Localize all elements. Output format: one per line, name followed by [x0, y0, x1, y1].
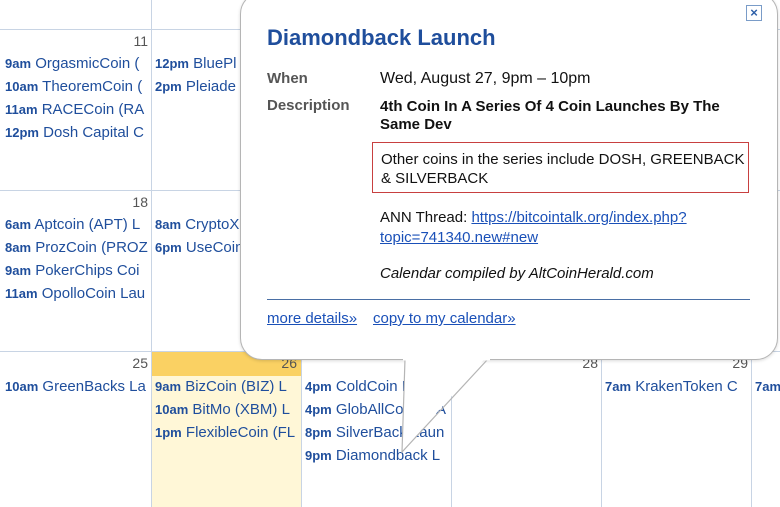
- event-title: BizCoin (BIZ) L: [185, 378, 287, 395]
- ann-thread: ANN Thread: https://bitcointalk.org/inde…: [380, 208, 750, 248]
- event-title: Diamondback L: [335, 447, 441, 464]
- event-time: 8pm: [305, 425, 332, 440]
- calendar-event[interactable]: 9am BizCoin (BIZ) L: [155, 377, 301, 397]
- description-headline: 4th Coin In A Series Of 4 Coin Launches …: [380, 98, 720, 133]
- event-time: 10am: [155, 402, 189, 417]
- event-time: 10am: [5, 379, 39, 394]
- event-time: 6pm: [155, 240, 182, 255]
- calendar-event[interactable]: 12pm Dosh Capital C: [5, 123, 151, 143]
- event-title: ColdCoin Lau: [335, 378, 427, 395]
- event-title: GreenBacks La: [42, 378, 146, 395]
- event-title: BluePl: [193, 55, 237, 72]
- event-title: UseCoin: [185, 239, 241, 256]
- day-number: 11: [133, 33, 148, 49]
- calendar-event[interactable]: 12pm BluePl: [155, 54, 241, 74]
- event-title: RACECoin (RA: [41, 101, 145, 118]
- calendar-event[interactable]: 6am Aptcoin (APT) L: [5, 215, 151, 235]
- event-time: 12pm: [5, 125, 39, 140]
- event-time: 7am: [755, 379, 780, 394]
- more-details-link[interactable]: more details»: [267, 310, 357, 327]
- event-time: 12pm: [155, 56, 189, 71]
- calendar-event[interactable]: 10am BitMo (XBM) L: [155, 400, 301, 420]
- calendar-event[interactable]: 11am OpolloCoin Lau: [5, 284, 151, 304]
- calendar-event[interactable]: 4pm ColdCoin Lau: [305, 377, 451, 397]
- event-time: 2pm: [155, 79, 182, 94]
- event-time: 10am: [5, 79, 39, 94]
- calendar-event[interactable]: 7am: [755, 377, 780, 397]
- event-time: 4pm: [305, 379, 332, 394]
- event-time: 9am: [155, 379, 182, 394]
- event-title: FlexibleCoin (FL: [185, 424, 296, 441]
- event-time: 7am: [605, 379, 632, 394]
- event-time: 9am: [5, 56, 32, 71]
- calendar-event-selected[interactable]: 9pm Diamondback L: [305, 446, 451, 466]
- event-title: Aptcoin (APT) L: [34, 216, 141, 233]
- calendar-event[interactable]: 8pm SilverBack Laun: [305, 423, 451, 443]
- event-time: 8am: [5, 240, 32, 255]
- event-title: BitMo (XBM) L: [192, 401, 290, 418]
- event-title: OrgasmicCoin (: [35, 55, 140, 72]
- description-label: Description: [267, 97, 350, 114]
- event-title: TheoremCoin (: [42, 78, 143, 95]
- event-time: 11am: [5, 286, 38, 301]
- calendar-event[interactable]: 8am ProzCoin (PROZ: [5, 238, 151, 258]
- calendar-event[interactable]: 1pm FlexibleCoin (FL: [155, 423, 301, 443]
- series-note-box: Other coins in the series include DOSH, …: [372, 142, 749, 193]
- event-time: 9pm: [305, 448, 332, 463]
- event-title: Pleiade: [185, 78, 236, 95]
- calendar-event[interactable]: 2pm Pleiade: [155, 77, 241, 97]
- copy-to-calendar-link[interactable]: copy to my calendar»: [373, 310, 516, 327]
- day-number: 18: [132, 194, 148, 210]
- ann-label: ANN Thread:: [380, 209, 472, 226]
- popup-divider: [267, 299, 750, 300]
- event-title: ProzCoin (PROZ: [35, 239, 148, 256]
- close-icon[interactable]: ×: [746, 5, 762, 21]
- grid-line: [151, 0, 152, 507]
- day-number: 25: [132, 355, 148, 371]
- calendar-event[interactable]: 11am RACECoin (RA: [5, 100, 151, 120]
- event-title: GlobAllCoin (GA: [335, 401, 446, 418]
- event-time: 11am: [5, 102, 38, 117]
- event-title: Dosh Capital C: [43, 124, 145, 141]
- series-note-text: Other coins in the series include DOSH, …: [381, 151, 745, 187]
- when-label: When: [267, 70, 308, 87]
- when-value: Wed, August 27, 9pm – 10pm: [380, 70, 591, 87]
- calendar-event[interactable]: 6pm UseCoin: [155, 238, 241, 258]
- event-time: 8am: [155, 217, 182, 232]
- calendar-event[interactable]: 4pm GlobAllCoin (GA: [305, 400, 451, 420]
- event-time: 6am: [5, 217, 32, 232]
- event-title: PokerChips Coi: [35, 262, 140, 279]
- event-title: OpolloCoin Lau: [41, 285, 146, 302]
- calendar-event[interactable]: 9am PokerChips Coi: [5, 261, 151, 281]
- event-title: SilverBack Laun: [335, 424, 445, 441]
- calendar-event[interactable]: 9am OrgasmicCoin (: [5, 54, 151, 74]
- compiled-by-note: Calendar compiled by AltCoinHerald.com: [380, 265, 654, 282]
- event-time: 4pm: [305, 402, 332, 417]
- popup-title[interactable]: Diamondback Launch: [267, 25, 496, 51]
- event-title: KrakenToken C: [635, 378, 738, 395]
- calendar-event[interactable]: 8am CryptoX: [155, 215, 241, 235]
- calendar-event[interactable]: 10am TheoremCoin (: [5, 77, 151, 97]
- event-title: CryptoX: [185, 216, 240, 233]
- event-time: 9am: [5, 263, 32, 278]
- event-time: 1pm: [155, 425, 182, 440]
- calendar-event[interactable]: 7am KrakenToken C: [605, 377, 751, 397]
- calendar-event[interactable]: 10am GreenBacks La: [5, 377, 151, 397]
